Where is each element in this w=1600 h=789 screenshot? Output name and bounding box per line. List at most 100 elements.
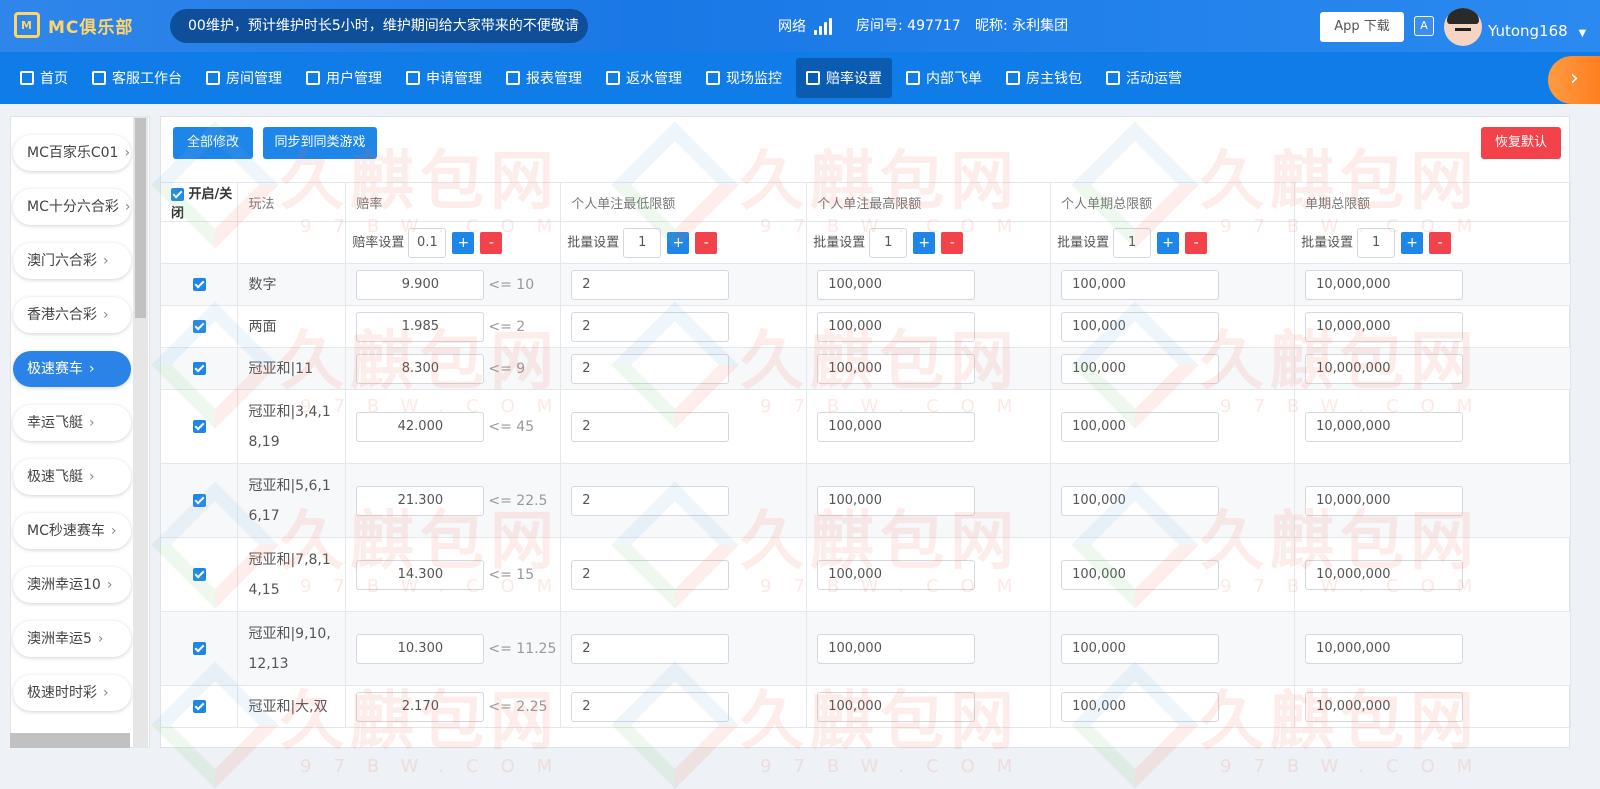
row-checkbox[interactable] [192, 568, 206, 581]
max-single-input[interactable]: 100,000 [817, 691, 976, 722]
nav-item-7[interactable]: 现场监控 [696, 58, 792, 98]
period-total-input[interactable]: 100,000 [1061, 633, 1220, 664]
nav-item-4[interactable]: 申请管理 [396, 58, 492, 98]
select-all-checkbox[interactable] [171, 188, 184, 201]
batch-max-minus-button[interactable]: - [941, 231, 964, 254]
translate-icon[interactable]: A [1414, 16, 1434, 36]
min-single-input[interactable]: 2 [571, 353, 730, 384]
single-period-total-input[interactable]: 10,000,000 [1305, 633, 1464, 664]
min-single-input[interactable]: 2 [571, 691, 730, 722]
nav-next-arrow-icon[interactable]: › [1548, 56, 1600, 104]
sidebar-item-10[interactable]: 极速时时彩 › [13, 675, 131, 711]
min-single-input[interactable]: 2 [571, 559, 730, 590]
batch-total-minus-button[interactable]: - [1429, 231, 1452, 254]
batch-max-plus-button[interactable]: + [913, 231, 936, 254]
batch-odds-plus-button[interactable]: + [452, 231, 475, 254]
nav-item-6[interactable]: 返水管理 [596, 58, 692, 98]
row-checkbox[interactable] [192, 320, 206, 333]
min-single-input[interactable]: 2 [571, 633, 730, 664]
sidebar-scrollbar-thumb[interactable] [135, 118, 146, 318]
batch-max-input[interactable]: 1 [869, 227, 908, 258]
period-total-input[interactable]: 100,000 [1061, 485, 1220, 516]
odds-input[interactable]: 1.985 [356, 311, 485, 342]
row-checkbox[interactable] [192, 420, 206, 433]
batch-min-plus-button[interactable]: + [667, 231, 690, 254]
nav-item-3[interactable]: 用户管理 [296, 58, 392, 98]
max-single-input[interactable]: 100,000 [817, 559, 976, 590]
max-single-input[interactable]: 100,000 [817, 485, 976, 516]
period-total-input[interactable]: 100,000 [1061, 411, 1220, 442]
sidebar-item-label: 极速赛车 [27, 361, 83, 377]
sync-same-games-button[interactable]: 同步到同类游戏 [263, 127, 377, 159]
nav-item-1[interactable]: 客服工作台 [82, 58, 192, 98]
row-toggle-cell [161, 685, 239, 728]
batch-odds-input[interactable]: 0.1 [408, 227, 447, 258]
sidebar-item-8[interactable]: 澳洲幸运10 › [13, 567, 131, 603]
odds-input[interactable]: 8.300 [356, 353, 485, 384]
single-period-total-input[interactable]: 10,000,000 [1305, 411, 1464, 442]
avatar[interactable] [1444, 8, 1482, 46]
batch-total-plus-button[interactable]: + [1401, 231, 1424, 254]
single-period-total-input[interactable]: 10,000,000 [1305, 311, 1464, 342]
max-single-input[interactable]: 100,000 [817, 411, 976, 442]
modify-all-button[interactable]: 全部修改 [173, 127, 253, 159]
max-single-input[interactable]: 100,000 [817, 353, 976, 384]
min-single-input[interactable]: 2 [571, 485, 730, 516]
bar-chart-icon [506, 71, 520, 85]
period-total-input[interactable]: 100,000 [1061, 269, 1220, 300]
odds-input[interactable]: 10.300 [356, 633, 485, 664]
row-checkbox[interactable] [192, 278, 206, 291]
row-checkbox[interactable] [192, 642, 206, 655]
period-total-input[interactable]: 100,000 [1061, 559, 1220, 590]
single-period-total-input[interactable]: 10,000,000 [1305, 559, 1464, 590]
min-single-input[interactable]: 2 [571, 269, 730, 300]
row-checkbox[interactable] [192, 494, 206, 507]
min-single-input[interactable]: 2 [571, 311, 730, 342]
batch-min-minus-button[interactable]: - [695, 231, 718, 254]
nav-item-8[interactable]: 赔率设置 [796, 58, 892, 98]
sidebar-item-9[interactable]: 澳洲幸运5 › [13, 621, 131, 657]
nav-item-10[interactable]: 房主钱包 [996, 58, 1092, 98]
odds-input[interactable]: 9.900 [356, 269, 485, 300]
nav-item-0[interactable]: 首页 [10, 58, 78, 98]
sidebar-item-3[interactable]: 香港六合彩 › [13, 297, 131, 333]
sidebar-horizontal-scrollbar[interactable] [10, 733, 130, 748]
period-total-input[interactable]: 100,000 [1061, 311, 1220, 342]
odds-input[interactable]: 21.300 [356, 485, 485, 516]
sidebar-item-1[interactable]: MC十分六合彩 › [13, 189, 131, 225]
batch-period-minus-button[interactable]: - [1185, 231, 1208, 254]
sidebar-item-0[interactable]: MC百家乐C01 › [13, 135, 131, 171]
single-period-total-input[interactable]: 10,000,000 [1305, 269, 1464, 300]
single-period-total-input[interactable]: 10,000,000 [1305, 485, 1464, 516]
sidebar-item-7[interactable]: MC秒速赛车 › [13, 513, 131, 549]
batch-period-plus-button[interactable]: + [1157, 231, 1180, 254]
max-single-input[interactable]: 100,000 [817, 633, 976, 664]
odds-input[interactable]: 2.170 [356, 691, 485, 722]
max-single-input[interactable]: 100,000 [817, 269, 976, 300]
row-checkbox[interactable] [192, 362, 206, 375]
nav-item-5[interactable]: 报表管理 [496, 58, 592, 98]
header-toggle[interactable]: 开启/关闭 [161, 182, 239, 222]
odds-input[interactable]: 42.000 [356, 411, 485, 442]
app-download-button[interactable]: App 下载 [1320, 12, 1404, 42]
period-total-input[interactable]: 100,000 [1061, 691, 1220, 722]
nav-item-2[interactable]: 房间管理 [196, 58, 292, 98]
row-checkbox[interactable] [192, 700, 206, 713]
batch-odds-minus-button[interactable]: - [480, 231, 503, 254]
sidebar-item-6[interactable]: 极速飞艇 › [13, 459, 131, 495]
period-total-input[interactable]: 100,000 [1061, 353, 1220, 384]
batch-min-input[interactable]: 1 [623, 227, 662, 258]
single-period-total-input[interactable]: 10,000,000 [1305, 353, 1464, 384]
nav-item-11[interactable]: 活动运营 [1096, 58, 1192, 98]
min-single-input[interactable]: 2 [571, 411, 730, 442]
sidebar-item-2[interactable]: 澳门六合彩 › [13, 243, 131, 279]
odds-input[interactable]: 14.300 [356, 559, 485, 590]
nav-item-9[interactable]: 内部飞单 [896, 58, 992, 98]
sidebar-item-5[interactable]: 幸运飞艇 › [13, 405, 131, 441]
restore-default-button[interactable]: 恢复默认 [1481, 127, 1561, 159]
single-period-total-input[interactable]: 10,000,000 [1305, 691, 1464, 722]
batch-total-input[interactable]: 1 [1357, 227, 1396, 258]
max-single-input[interactable]: 100,000 [817, 311, 976, 342]
batch-period-input[interactable]: 1 [1113, 227, 1152, 258]
sidebar-item-4[interactable]: 极速赛车 › [13, 351, 131, 387]
